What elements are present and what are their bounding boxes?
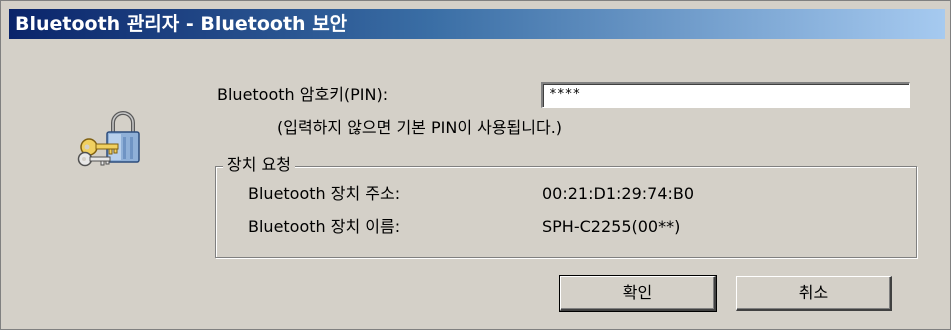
device-request-group (215, 166, 917, 258)
ok-button[interactable]: 확인 (559, 275, 717, 312)
device-name-label: Bluetooth 장치 이름: (248, 217, 401, 236)
padlock-keys-icon (75, 107, 141, 171)
device-address-value: 00:21:D1:29:74:B0 (542, 184, 695, 203)
device-address-label: Bluetooth 장치 주소: (248, 184, 401, 203)
window-title: Bluetooth 관리자 - Bluetooth 보안 (9, 9, 945, 39)
cancel-button[interactable]: 취소 (736, 276, 892, 311)
pin-input[interactable]: **** (541, 82, 910, 108)
device-name-value: SPH-C2255(00**) (542, 217, 681, 236)
device-request-legend: 장치 요청 (223, 154, 295, 176)
pin-hint-text: (입력하지 않으면 기본 PIN이 사용됩니다.) (277, 118, 563, 137)
pin-label: Bluetooth 암호키(PIN): (217, 85, 389, 104)
bluetooth-security-dialog: Bluetooth 관리자 - Bluetooth 보안 Bluetooth 암 (0, 0, 951, 330)
